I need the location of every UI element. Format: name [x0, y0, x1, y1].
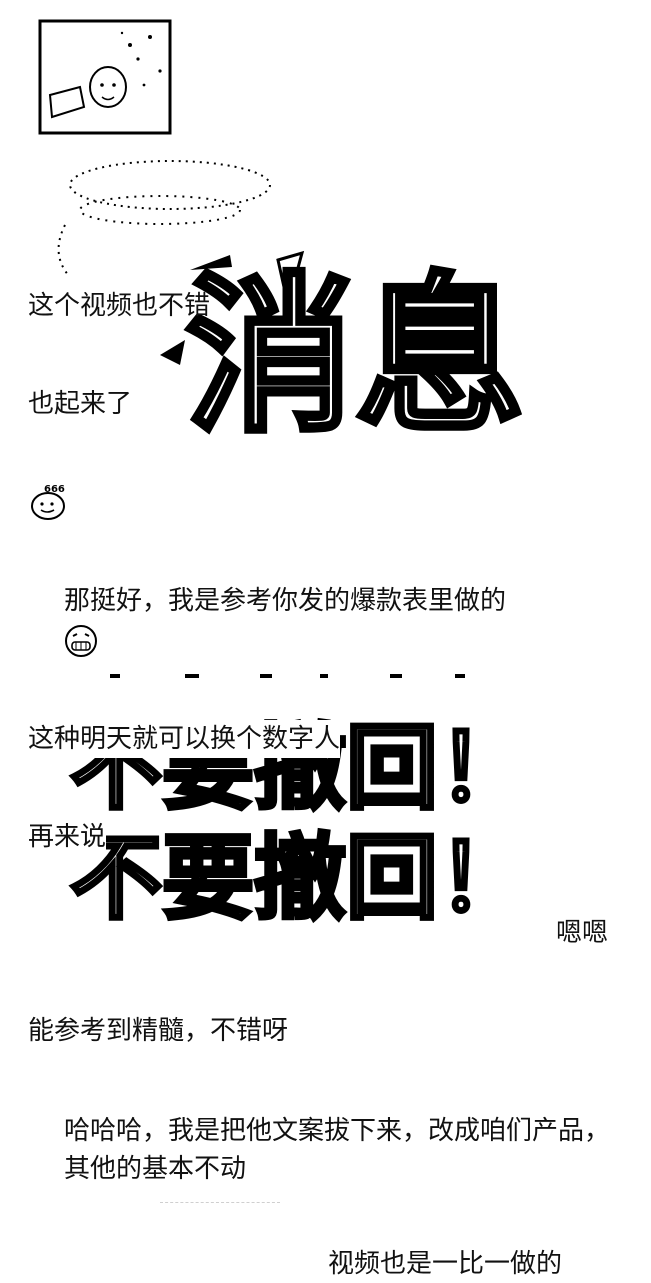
chat-message: 再来说	[28, 818, 107, 856]
divider	[160, 1202, 280, 1204]
grin-emoji-icon	[65, 625, 97, 657]
withdraw-message-sticker-icon: 消息	[38, 19, 528, 459]
emoji-label: 666	[44, 484, 65, 495]
chat-message: 视频也是一比一做的	[328, 1249, 563, 1279]
chat-message: 能参考到精髓，不错呀	[28, 1016, 289, 1046]
chat-message: 这种明天就可以换个数字人	[28, 720, 341, 758]
chat-message: 嗯嗯	[556, 918, 609, 948]
sticker-line-2: 不要撤回！	[70, 825, 530, 932]
grin-emoji	[62, 622, 100, 660]
dont-withdraw-sticker: 不要撤回！ 不要撤回！	[60, 660, 540, 950]
withdraw-message-sticker: 消息	[20, 15, 540, 459]
sticker-text: 消息	[185, 258, 525, 435]
666-emoji-icon: 666	[31, 484, 65, 520]
dont-withdraw-sticker-icon: 不要撤回！ 不要撤回！	[68, 674, 532, 934]
chat-message: 哈哈哈，我是把他文案拔下来，改成咱们产品，其他的基本不动	[64, 1116, 611, 1184]
666-emoji: 666	[28, 480, 72, 522]
chat-message: 那挺好，我是参考你发的爆款表里做的	[64, 586, 507, 616]
chat-message: 也起来了	[28, 389, 133, 419]
chat-message: 这个视频也不错	[28, 291, 211, 321]
